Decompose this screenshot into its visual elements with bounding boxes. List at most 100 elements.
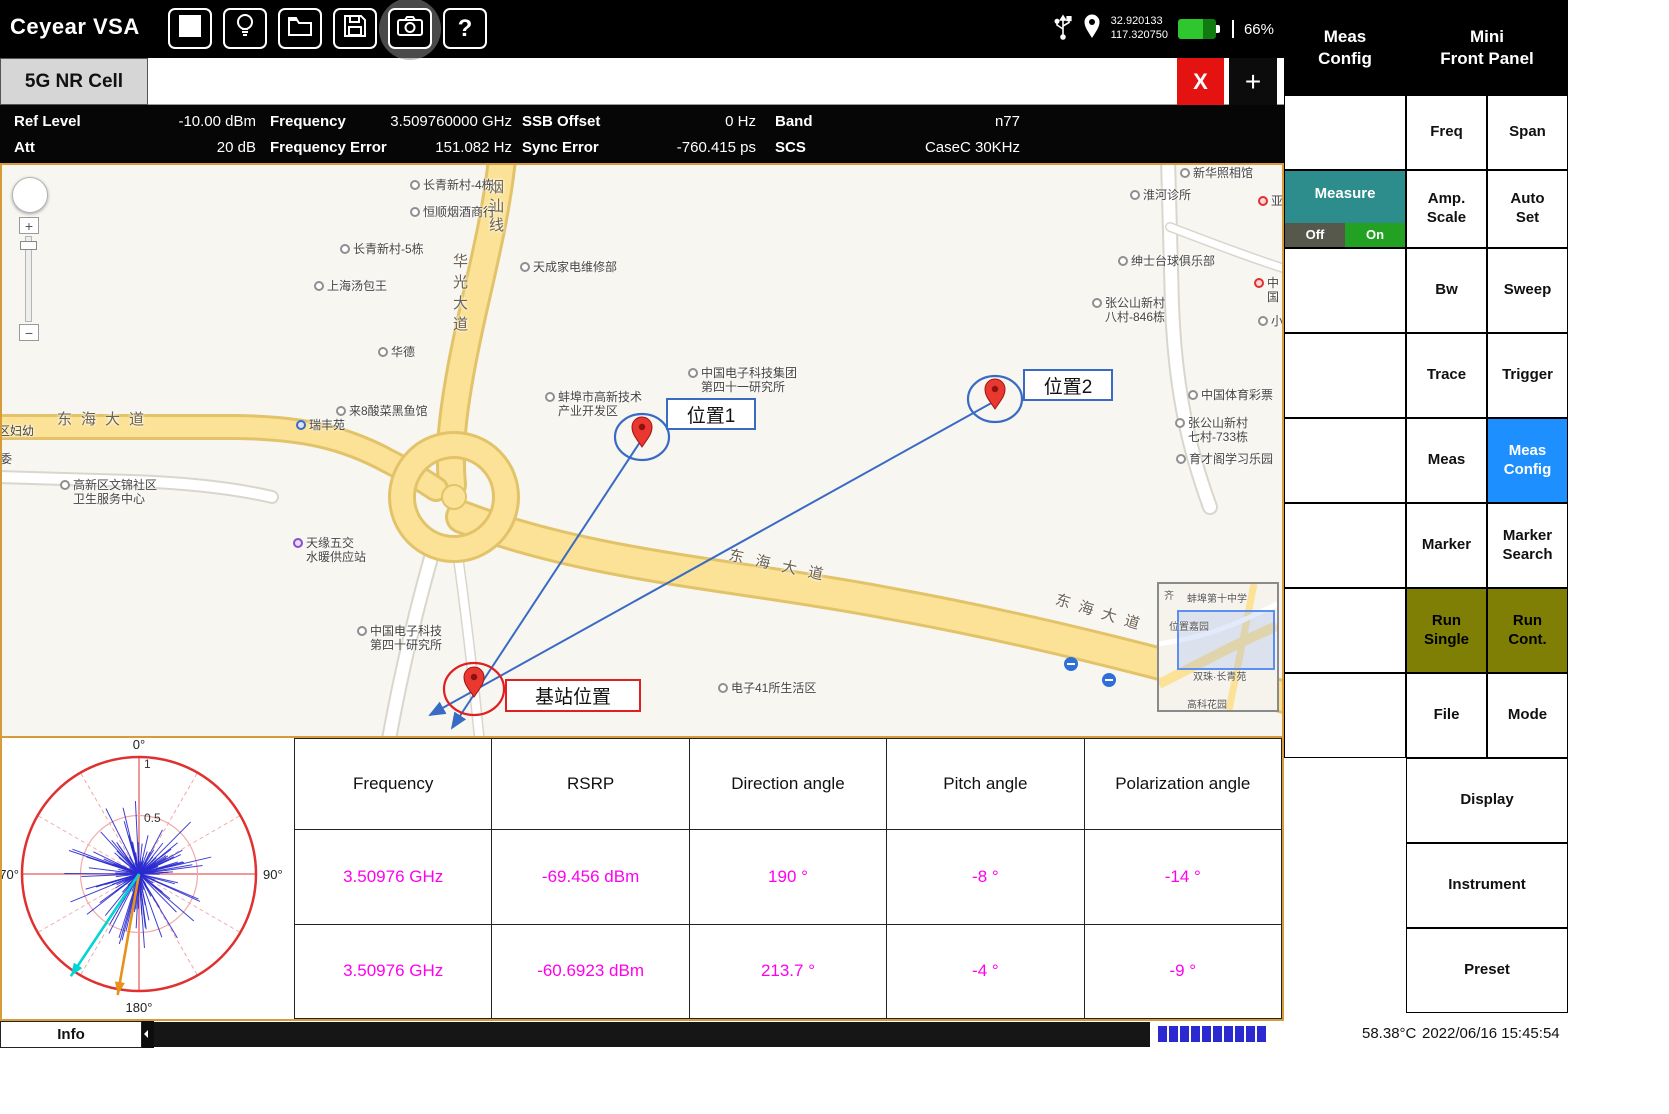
trigger-button[interactable]: Trigger <box>1487 333 1568 418</box>
battery-percent: 66% <box>1244 21 1274 38</box>
mode-button[interactable]: Mode <box>1487 673 1568 758</box>
map-poi: 育才阁学习乐园 <box>1176 452 1273 466</box>
amp-scale-button[interactable]: Amp. Scale <box>1406 170 1487 248</box>
panel-spacer <box>1284 758 1406 843</box>
progress-segment <box>1257 1026 1266 1042</box>
sweep-button[interactable]: Sweep <box>1487 248 1568 333</box>
polar-radius-tick: 0.5 <box>144 811 161 825</box>
table-cell: -69.456 dBm <box>492 830 689 925</box>
frequency-readout: Frequency3.509760000 GHz <box>270 113 512 130</box>
marker-button[interactable]: Marker <box>1406 503 1487 588</box>
table-cell: 213.7 ° <box>689 924 886 1019</box>
hint-button[interactable] <box>223 8 267 49</box>
window-layout-button[interactable] <box>168 8 212 49</box>
map-poi: 中国体育彩票 <box>1188 388 1273 402</box>
poi-marker-icon <box>293 538 303 548</box>
run-single-button[interactable]: Run Single <box>1406 588 1487 673</box>
road-label: 东海大道 <box>57 408 153 429</box>
panel-spacer <box>1284 928 1406 1013</box>
progress-segment <box>1191 1026 1200 1042</box>
marker-search-button[interactable]: Marker Search <box>1487 503 1568 588</box>
map-zoom-slider[interactable]: + − <box>19 217 39 341</box>
polar-angle-label: 270° <box>2 867 19 882</box>
map-poi: 张公山新村 七村-733栋 <box>1175 416 1248 445</box>
progress-segment <box>1202 1026 1211 1042</box>
trace-button[interactable]: Trace <box>1406 333 1487 418</box>
band-readout: Bandn77 <box>775 113 1020 130</box>
poi-marker-icon <box>60 480 70 490</box>
map-poi: 中国电子科技 第四十研究所 <box>357 624 442 653</box>
display-button[interactable]: Display <box>1406 758 1568 843</box>
map-poi: 长青新村-4栋 <box>410 178 494 192</box>
file-button[interactable]: File <box>1406 673 1487 758</box>
map-poi: 天成家电维修部 <box>520 260 617 274</box>
table-cell: -4 ° <box>887 924 1084 1019</box>
minimap-label: 蚌埠第十中学 <box>1187 590 1247 605</box>
poi-marker-icon <box>1130 190 1140 200</box>
poi-marker-icon <box>1176 454 1186 464</box>
close-tab-button[interactable]: X <box>1177 58 1224 105</box>
tab-5g-nr-cell[interactable]: 5G NR Cell <box>0 58 148 105</box>
run-cont-button[interactable]: Run Cont. <box>1487 588 1568 673</box>
span-button[interactable]: Span <box>1487 95 1568 170</box>
map-poi: 电子41所生活区 <box>718 681 816 695</box>
gps-pin-icon <box>1083 14 1101 44</box>
map-poi: 来8酸菜黑鱼馆 <box>336 404 428 418</box>
measure-off-option[interactable]: Off <box>1285 223 1345 247</box>
table-row: 3.50976 GHz-69.456 dBm190 °-8 °-14 ° <box>295 830 1282 925</box>
measure-toggle[interactable]: Measure Off On <box>1284 170 1406 248</box>
mini-front-panel-header: Mini Front Panel <box>1406 0 1568 95</box>
meas-config-button[interactable]: Meas Config <box>1487 418 1568 503</box>
frequency-error-readout: Frequency Error151.082 Hz <box>270 139 512 156</box>
map-roads <box>2 165 1282 738</box>
map-area[interactable]: + − 齐蚌埠第十中学位置嘉园双珠·长青苑高科花园 位置1位置2基站位置长青新村… <box>2 165 1282 738</box>
help-button[interactable]: ? <box>443 8 487 49</box>
meas-config-slot <box>1284 503 1406 588</box>
poi-marker-icon <box>314 281 324 291</box>
table-cell: 3.50976 GHz <box>295 924 492 1019</box>
window-layout-icon <box>178 14 202 43</box>
map-poi: 绅士台球俱乐部 <box>1118 254 1215 268</box>
map-poi: 蚌埠市高新技术 产业开发区 <box>545 390 642 419</box>
app-logo: Ceyear VSA <box>10 14 140 40</box>
base-label: 基站位置 <box>505 679 641 712</box>
ssb-offset-readout: SSB Offset0 Hz <box>522 113 756 130</box>
info-button[interactable]: Info <box>0 1021 142 1048</box>
zoom-out-button[interactable]: − <box>19 324 39 341</box>
table-header-cell: Pitch angle <box>887 739 1084 830</box>
progress-segment <box>1158 1026 1167 1042</box>
table-header-cell: Direction angle <box>689 739 886 830</box>
auto-set-button[interactable]: Auto Set <box>1487 170 1568 248</box>
map-poi: 恒顺烟酒商行 <box>410 205 495 219</box>
meas-config-slot <box>1284 673 1406 758</box>
map-pan-control[interactable] <box>12 177 48 213</box>
transit-icon <box>1102 673 1116 687</box>
table-header-cell: Polarization angle <box>1084 739 1281 830</box>
screenshot-button[interactable] <box>388 8 432 49</box>
poi-marker-icon <box>296 420 306 430</box>
poi-marker-icon <box>410 180 420 190</box>
map-poi: 张公山新村 八村-846栋 <box>1092 296 1165 325</box>
add-tab-button[interactable]: + <box>1229 58 1277 105</box>
map-poi: 瑞丰苑 <box>296 418 345 432</box>
transit-icon <box>1064 657 1078 671</box>
zoom-slider-handle[interactable] <box>20 241 37 250</box>
minimap[interactable]: 齐蚌埠第十中学位置嘉园双珠·长青苑高科花园 <box>1157 582 1279 712</box>
bw-button[interactable]: Bw <box>1406 248 1487 333</box>
poi-marker-icon <box>336 406 346 416</box>
help-icon: ? <box>458 15 473 43</box>
poi-marker-icon <box>688 368 698 378</box>
file-open-button[interactable] <box>278 8 322 49</box>
preset-button[interactable]: Preset <box>1406 928 1568 1013</box>
zoom-in-button[interactable]: + <box>19 217 39 234</box>
map-poi: 高新区文锦社区 卫生服务中心 <box>60 478 157 507</box>
status-bar: Info 58.38°C 2022/06/16 15:45:54 <box>0 1021 1669 1048</box>
measure-on-option[interactable]: On <box>1345 223 1405 247</box>
instrument-button[interactable]: Instrument <box>1406 843 1568 928</box>
statusbar-resize-handle[interactable] <box>142 1021 154 1048</box>
freq-button[interactable]: Freq <box>1406 95 1487 170</box>
save-button[interactable] <box>333 8 377 49</box>
pan-down-icon <box>24 200 34 210</box>
poi-marker-icon <box>1118 256 1128 266</box>
meas-button[interactable]: Meas <box>1406 418 1487 503</box>
